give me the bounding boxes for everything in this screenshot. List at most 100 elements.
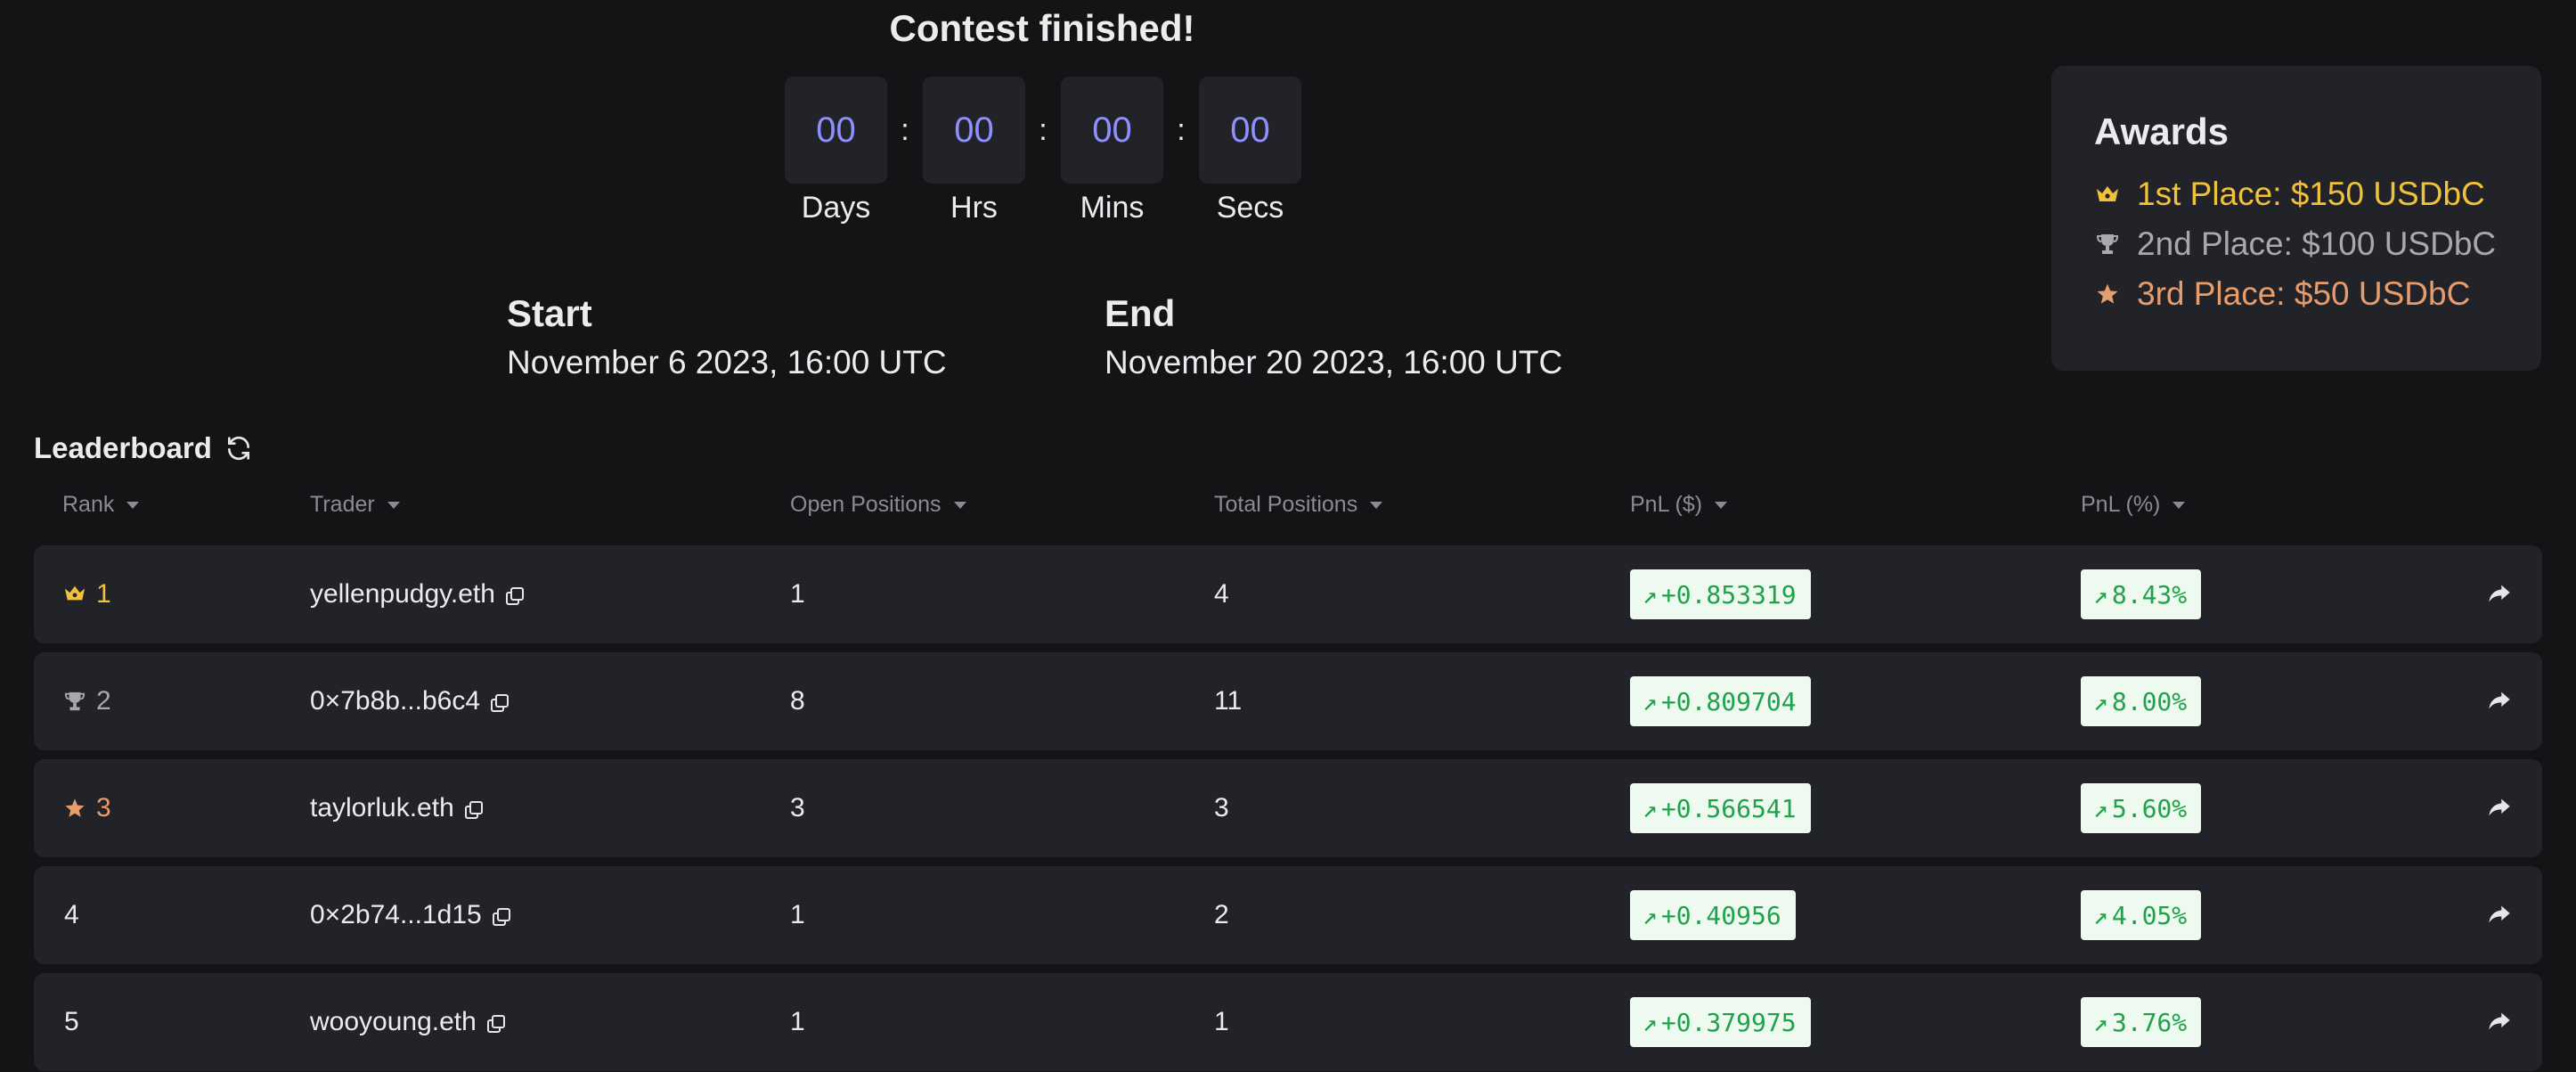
award-third-place: 3rd Place: $50 USDbC	[2094, 269, 2541, 319]
pnl-usd-cell: ↗ +0.566541	[1630, 759, 1811, 857]
column-header-trader[interactable]: Trader	[310, 492, 400, 518]
pnl-pct-value: 8.00%	[2111, 686, 2188, 716]
copy-icon[interactable]	[489, 691, 510, 712]
share-icon[interactable]	[2487, 1009, 2512, 1034]
pnl-usd-value: +0.566541	[1660, 793, 1797, 823]
award-first-text: 1st Place: $150 USDbC	[2137, 176, 2485, 212]
pnl-usd-cell: ↗ +0.809704	[1630, 652, 1811, 750]
share-icon[interactable]	[2487, 902, 2512, 927]
countdown-seconds-label: Secs	[1216, 191, 1284, 225]
column-header-pnl-pct[interactable]: PnL (%)	[2081, 492, 2186, 518]
copy-icon[interactable]	[463, 798, 485, 819]
countdown-hours: 00 Hrs	[923, 77, 1025, 225]
pnl-pct-cell: ↗ 8.00%	[2081, 652, 2202, 750]
pnl-pct-cell: ↗ 5.60%	[2081, 759, 2202, 857]
sort-caret-icon	[953, 501, 966, 509]
pnl-usd-cell: ↗ +0.379975	[1630, 973, 1811, 1071]
share-icon[interactable]	[2487, 581, 2512, 606]
share-icon[interactable]	[2487, 795, 2512, 820]
rank-cell: 2	[64, 652, 111, 750]
copy-icon[interactable]	[491, 904, 512, 926]
pnl-usd-badge: ↗ +0.379975	[1630, 997, 1811, 1047]
arrow-up-right-icon: ↗	[2093, 686, 2108, 716]
arrow-up-right-icon: ↗	[2093, 579, 2108, 610]
total-positions-cell: 3	[1214, 793, 1229, 822]
pnl-pct-badge: ↗ 3.76%	[2081, 997, 2202, 1047]
trader-name[interactable]: yellenpudgy.eth	[310, 579, 495, 610]
pnl-pct-value: 4.05%	[2111, 900, 2188, 930]
contest-status-title: Contest finished!	[889, 7, 1195, 49]
countdown-separator: :	[1177, 113, 1186, 147]
arrow-up-right-icon: ↗	[2093, 793, 2108, 823]
column-header-pnl-usd[interactable]: PnL ($)	[1630, 492, 1728, 518]
sort-caret-icon	[126, 501, 140, 509]
rank-value: 5	[64, 1007, 79, 1036]
copy-icon[interactable]	[485, 1011, 507, 1033]
awards-title: Awards	[2094, 110, 2229, 152]
countdown-days: 00 Days	[785, 77, 887, 225]
column-header-rank-label: Rank	[62, 492, 115, 517]
arrow-up-right-icon: ↗	[2093, 1007, 2108, 1037]
table-row[interactable]: 5 wooyoung.eth 1 1 ↗ +0.379975 ↗ 3.76%	[34, 973, 2542, 1071]
open-positions-cell: 1	[790, 900, 805, 929]
trophy-icon	[64, 691, 86, 712]
countdown-minutes-label: Mins	[1080, 191, 1145, 225]
pnl-usd-badge: ↗ +0.40956	[1630, 890, 1796, 940]
column-header-pnl-pct-label: PnL (%)	[2081, 492, 2161, 517]
trader-cell: 0×2b74...1d15	[310, 866, 512, 964]
pnl-usd-badge: ↗ +0.809704	[1630, 676, 1811, 726]
pnl-usd-value: +0.809704	[1660, 686, 1797, 716]
pnl-pct-value: 3.76%	[2111, 1007, 2188, 1037]
countdown-separator: :	[901, 113, 909, 147]
award-first-place: 1st Place: $150 USDbC	[2094, 169, 2541, 219]
pnl-pct-cell: ↗ 3.76%	[2081, 973, 2202, 1071]
open-positions-cell: 3	[790, 793, 805, 822]
open-positions-cell: 1	[790, 1007, 805, 1036]
table-row[interactable]: 2 0×7b8b...b6c4 8 11 ↗ +0.809704 ↗ 8.00%	[34, 652, 2542, 750]
award-second-place: 2nd Place: $100 USDbC	[2094, 219, 2541, 269]
column-header-open-positions[interactable]: Open Positions	[790, 492, 966, 518]
countdown-timer: 00 Days : 00 Hrs : 00 Mins : 00 Secs	[785, 77, 1301, 225]
column-header-total-positions-label: Total Positions	[1214, 492, 1358, 517]
share-icon[interactable]	[2487, 688, 2512, 713]
pnl-pct-badge: ↗ 8.43%	[2081, 569, 2202, 619]
trader-name[interactable]: taylorluk.eth	[310, 793, 454, 823]
leaderboard-header: Leaderboard	[34, 431, 253, 465]
trader-name[interactable]: 0×2b74...1d15	[310, 900, 482, 930]
open-positions-cell: 1	[790, 579, 805, 609]
pnl-usd-value: +0.379975	[1660, 1007, 1797, 1037]
award-third-text: 3rd Place: $50 USDbC	[2137, 275, 2471, 312]
crown-icon	[2094, 181, 2121, 208]
award-second-text: 2nd Place: $100 USDbC	[2137, 225, 2497, 262]
column-header-total-positions[interactable]: Total Positions	[1214, 492, 1383, 518]
arrow-up-right-icon: ↗	[2093, 900, 2108, 930]
arrow-up-right-icon: ↗	[1643, 900, 1658, 930]
refresh-icon[interactable]	[224, 434, 253, 462]
column-header-rank[interactable]: Rank	[62, 492, 140, 518]
trader-name[interactable]: 0×7b8b...b6c4	[310, 686, 480, 716]
trophy-icon	[2094, 231, 2121, 258]
pnl-pct-value: 8.43%	[2111, 579, 2188, 610]
column-header-trader-label: Trader	[310, 492, 375, 517]
trader-name[interactable]: wooyoung.eth	[310, 1007, 477, 1037]
awards-card: Awards 1st Place: $150 USDbC 2nd Place: …	[2051, 66, 2541, 371]
table-row[interactable]: 4 0×2b74...1d15 1 2 ↗ +0.40956 ↗ 4.05%	[34, 866, 2542, 964]
rank-value: 2	[96, 686, 111, 716]
countdown-seconds: 00 Secs	[1199, 77, 1301, 225]
rank-value: 4	[64, 900, 79, 929]
trader-cell: 0×7b8b...b6c4	[310, 652, 510, 750]
rank-cell: 5	[64, 973, 79, 1071]
star-icon	[2094, 281, 2121, 307]
pnl-pct-cell: ↗ 4.05%	[2081, 866, 2202, 964]
pnl-usd-value: +0.853319	[1660, 579, 1797, 610]
table-row[interactable]: 3 taylorluk.eth 3 3 ↗ +0.566541 ↗ 5.60%	[34, 759, 2542, 857]
pnl-pct-badge: ↗ 5.60%	[2081, 783, 2202, 833]
pnl-usd-badge: ↗ +0.566541	[1630, 783, 1811, 833]
table-row[interactable]: 1 yellenpudgy.eth 1 4 ↗ +0.853319 ↗ 8.43%	[34, 545, 2542, 643]
rank-cell: 4	[64, 866, 79, 964]
rank-value: 1	[96, 579, 111, 609]
pnl-usd-badge: ↗ +0.853319	[1630, 569, 1811, 619]
rank-cell: 1	[64, 545, 111, 643]
trader-cell: wooyoung.eth	[310, 973, 507, 1071]
copy-icon[interactable]	[504, 584, 526, 605]
